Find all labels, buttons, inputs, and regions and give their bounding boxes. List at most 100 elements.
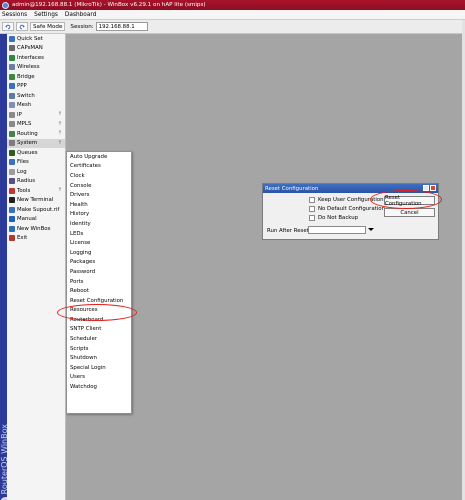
do-not-backup-row[interactable]: Do Not Backup (309, 215, 358, 221)
run-after-reset-label: Run After Reset: (267, 228, 311, 234)
run-after-reset-field[interactable] (308, 226, 366, 234)
sidebar-item-ppp[interactable]: PPP (7, 82, 65, 92)
close-icon[interactable] (430, 185, 436, 191)
submenu-item-packages[interactable]: Packages (67, 258, 131, 268)
sidebar-item-label: Make Supout.rif (17, 206, 60, 213)
submenu-item-clock[interactable]: Clock (67, 171, 131, 181)
submenu-item-ports[interactable]: Ports (67, 277, 131, 287)
sidebar-item-label: System (17, 140, 38, 147)
sidebar-item-routing[interactable]: Routing ↑ (7, 129, 65, 139)
system-submenu: Auto Upgrade Certificates Clock Console Driv… (66, 151, 132, 414)
no-default-config-checkbox[interactable] (309, 206, 315, 212)
sidebar-item-label: Tools (17, 187, 31, 194)
routing-icon (9, 130, 15, 137)
quick-set-icon (9, 35, 15, 42)
safe-mode-button[interactable]: Safe Mode (30, 22, 66, 31)
terminal-icon (9, 197, 15, 204)
sidebar-item-quick-set[interactable]: Quick Set (7, 34, 65, 44)
sidebar-item-label: New Terminal (17, 197, 54, 204)
window-title: admin@192.168.88.1 (MikroTik) - WinBox v… (12, 2, 206, 8)
sidebar-item-queues[interactable]: Queues (7, 148, 65, 158)
submenu-item-console[interactable]: Console (67, 181, 131, 191)
submenu-item-logging[interactable]: Logging (67, 248, 131, 258)
run-after-reset-dropdown-icon[interactable] (368, 228, 374, 231)
no-default-config-row[interactable]: No Default Configuration (309, 206, 385, 212)
submenu-item-resources[interactable]: Resources (67, 306, 131, 316)
keep-user-config-checkbox[interactable] (309, 197, 315, 203)
submenu-item-shutdown[interactable]: Shutdown (67, 353, 131, 363)
sidebar-item-label: MPLS (17, 121, 32, 128)
sidebar-item-exit[interactable]: Exit (7, 234, 65, 244)
wireless-icon (9, 64, 15, 71)
submenu-item-users[interactable]: Users (67, 373, 131, 383)
system-icon (9, 140, 15, 147)
keep-user-config-row[interactable]: Keep User Configuration (309, 197, 384, 203)
sidebar-item-mesh[interactable]: Mesh (7, 101, 65, 111)
toolbar: Safe Mode Session: 192.168.88.1 (0, 20, 465, 34)
sidebar-item-new-winbox[interactable]: New WinBox (7, 224, 65, 234)
radius-icon (9, 178, 15, 185)
sidebar-item-wireless[interactable]: Wireless (7, 63, 65, 73)
sidebar-item-new-terminal[interactable]: New Terminal (7, 196, 65, 206)
submenu-item-routerboard[interactable]: Routerboard (67, 315, 131, 325)
redo-button[interactable] (16, 22, 28, 31)
submenu-item-license[interactable]: License (67, 238, 131, 248)
menu-sessions[interactable]: Sessions (2, 12, 27, 18)
undo-button[interactable] (2, 22, 14, 31)
sidebar-item-switch[interactable]: Switch (7, 91, 65, 101)
sidebar-item-label: Log (17, 168, 27, 175)
submenu-item-sntp-client[interactable]: SNTP Client (67, 325, 131, 335)
sidebar-item-files[interactable]: Files (7, 158, 65, 168)
supout-icon (9, 206, 15, 213)
sidebar-item-manual[interactable]: Manual (7, 215, 65, 225)
submenu-item-leds[interactable]: LEDs (67, 229, 131, 239)
sidebar-item-tools[interactable]: Tools ↑ (7, 186, 65, 196)
menu-dashboard[interactable]: Dashboard (65, 12, 96, 18)
brand-bar: RouterOS WinBox (0, 34, 7, 500)
cancel-button[interactable]: Cancel (384, 208, 435, 217)
sidebar-item-label: Routing (17, 130, 38, 137)
sidebar-item-label: Files (17, 159, 29, 166)
sidebar-item-capsman[interactable]: CAPsMAN (7, 44, 65, 54)
submenu-item-password[interactable]: Password (67, 267, 131, 277)
sidebar-item-label: IP (17, 111, 22, 118)
submenu-item-reset-configuration[interactable]: Reset Configuration (67, 295, 131, 306)
undo-icon (5, 24, 11, 29)
session-field[interactable]: 192.168.88.1 (95, 22, 148, 31)
dialog-titlebar: Reset Configuration (263, 184, 438, 193)
submenu-item-special-login[interactable]: Special Login (67, 363, 131, 373)
sidebar-item-radius[interactable]: Radius (7, 177, 65, 187)
sidebar-item-interfaces[interactable]: Interfaces (7, 53, 65, 63)
submenu-arrow-icon: ↑ (57, 187, 62, 193)
mpls-icon (9, 121, 15, 128)
sidebar-item-label: Exit (17, 235, 28, 242)
ip-icon (9, 111, 15, 118)
submenu-item-certificates[interactable]: Certificates (67, 162, 131, 172)
sidebar-item-system[interactable]: System ↑ (7, 138, 65, 148)
submenu-item-history[interactable]: History (67, 210, 131, 220)
submenu-item-identity[interactable]: Identity (67, 219, 131, 229)
menu-settings[interactable]: Settings (34, 12, 58, 18)
sidebar-item-mpls[interactable]: MPLS ↑ (7, 120, 65, 130)
ppp-icon (9, 83, 15, 90)
sidebar-item-ip[interactable]: IP ↑ (7, 110, 65, 120)
restore-icon[interactable] (423, 185, 429, 191)
sidebar-item-log[interactable]: Log (7, 167, 65, 177)
session-label: Session: (70, 23, 94, 30)
do-not-backup-checkbox[interactable] (309, 215, 315, 221)
queues-icon (9, 149, 15, 156)
submenu-item-scheduler[interactable]: Scheduler (67, 334, 131, 344)
submenu-arrow-icon: ↑ (57, 130, 62, 136)
submenu-item-scripts[interactable]: Scripts (67, 344, 131, 354)
reset-configuration-button[interactable]: Reset Configuration (384, 195, 435, 207)
submenu-item-auto-upgrade[interactable]: Auto Upgrade (67, 152, 131, 162)
sidebar-item-make-supout-rif[interactable]: Make Supout.rif (7, 205, 65, 215)
submenu-arrow-icon: ↑ (57, 139, 62, 146)
sidebar-item-bridge[interactable]: Bridge (7, 72, 65, 82)
submenu-item-watchdog[interactable]: Watchdog (67, 382, 131, 392)
submenu-item-drivers[interactable]: Drivers (67, 190, 131, 200)
sidebar-menu: Quick Set CAPsMAN Interfaces Wireless Bridge… (7, 34, 66, 500)
winbox-icon (9, 225, 15, 232)
submenu-item-health[interactable]: Health (67, 200, 131, 210)
submenu-item-reboot[interactable]: Reboot (67, 286, 131, 296)
